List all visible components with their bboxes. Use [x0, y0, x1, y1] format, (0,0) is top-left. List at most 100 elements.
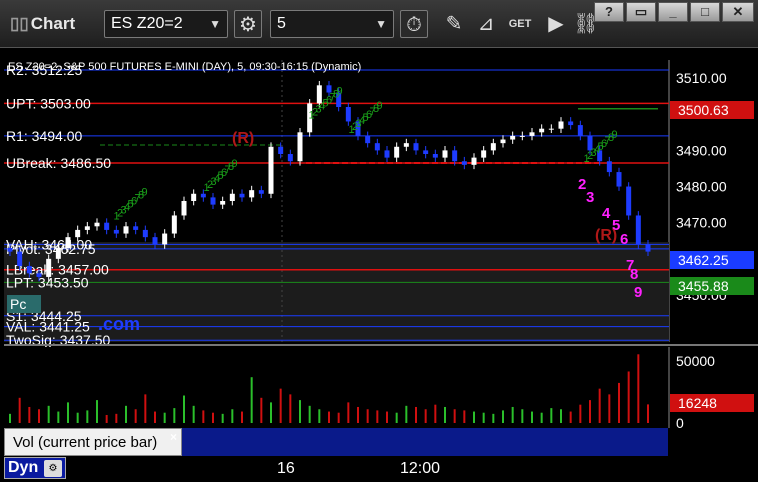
help-button[interactable]: ?	[594, 2, 624, 22]
price-chart[interactable]: ES Z20=2, S&P 500 FUTURES E-MINI (DAY), …	[0, 48, 758, 482]
volume-bar	[318, 409, 321, 423]
candle-body	[210, 197, 216, 205]
volume-bar	[28, 406, 31, 423]
maximize-button[interactable]: □	[690, 2, 720, 22]
restore-button[interactable]: ▭	[626, 2, 656, 22]
volume-bar	[444, 406, 446, 423]
volume-bar	[579, 404, 582, 423]
volume-bar	[540, 412, 543, 423]
volume-bar	[405, 405, 408, 423]
volume-bar	[173, 408, 176, 423]
red-price-tag-text: 3500.63	[678, 102, 729, 118]
volume-bar	[395, 412, 398, 423]
green-price-tag-text: 3455.88	[678, 278, 729, 294]
candle-body	[577, 125, 583, 136]
candle-body	[26, 266, 32, 274]
volume-bar	[337, 412, 340, 423]
level-label: UPT: 3503.00	[6, 95, 91, 111]
candle-body	[75, 229, 81, 238]
volume-bar	[598, 388, 601, 423]
chevron-down-icon[interactable]: ▼	[375, 17, 387, 31]
close-button[interactable]: ✕	[722, 2, 754, 22]
get-data-icon[interactable]: GET	[506, 10, 534, 38]
candle-body	[539, 128, 545, 133]
time-label-1200: 12:00	[400, 460, 441, 477]
candle-body	[500, 139, 506, 144]
candle-body	[432, 154, 438, 158]
play-icon[interactable]: ▶	[542, 10, 570, 38]
candle-body	[568, 121, 574, 126]
symbol-input[interactable]: ES Z20=2 ▼	[104, 10, 228, 38]
volume-bar	[115, 413, 118, 423]
volume-bar	[511, 406, 514, 423]
volume-bar	[250, 377, 253, 423]
volume-bar	[492, 413, 495, 423]
price-tick: 3480.00	[676, 179, 727, 195]
volume-bar	[424, 409, 427, 423]
volume-panel-label[interactable]: Vol (current price bar)	[4, 428, 182, 456]
candle-body	[635, 215, 641, 245]
volume-bar	[9, 413, 11, 423]
volume-bar	[386, 411, 388, 423]
volume-bar	[473, 411, 475, 423]
volume-bar	[105, 414, 108, 423]
interval-select[interactable]: 5 ▼	[270, 10, 394, 38]
volume-bar	[96, 400, 98, 423]
volume-bar	[57, 411, 60, 423]
td-setup-digit: 9	[142, 187, 148, 199]
candle-body	[17, 251, 23, 267]
magenta-count: 4	[602, 205, 611, 222]
candle-body	[413, 143, 419, 151]
candle-body	[645, 244, 651, 252]
candle-body	[7, 248, 13, 252]
candle-body	[46, 258, 52, 277]
volume-bar	[328, 411, 330, 423]
volume-bar	[134, 409, 137, 423]
draw-pencil-icon[interactable]: ✎	[440, 10, 468, 38]
settings-gear-icon[interactable]: ⚙	[234, 10, 262, 38]
candle-body	[394, 146, 400, 158]
candle-body	[104, 222, 110, 230]
magenta-count: 8	[630, 266, 638, 283]
volume-tick-0: 0	[676, 415, 684, 431]
time-label-16: 16	[277, 460, 295, 477]
volume-bar	[376, 410, 379, 423]
last-price-tag-text: 3462.25	[678, 252, 729, 268]
volume-bar	[289, 394, 292, 423]
grip-icon[interactable]: ▯▯	[10, 14, 29, 33]
volume-bar	[589, 400, 591, 423]
lock-icon[interactable]: ⚙	[44, 460, 62, 477]
volume-bar	[608, 394, 611, 423]
level-label: R1: 3494.00	[6, 128, 82, 144]
volume-bar	[202, 410, 205, 423]
minimize-button[interactable]: _	[658, 2, 688, 22]
chevron-down-icon[interactable]: ▼	[209, 17, 221, 31]
price-tick: 3510.00	[676, 70, 727, 86]
candle-body	[94, 222, 100, 227]
volume-bar	[260, 397, 263, 423]
close-icon[interactable]: ×	[170, 430, 177, 444]
symbol-value: ES Z20=2	[111, 15, 183, 32]
candle-body	[123, 226, 129, 234]
candle-body	[558, 121, 564, 129]
window-title: ▯▯ Chart	[10, 14, 76, 33]
candle-body	[171, 215, 177, 234]
level-label: R2: 3512.25	[6, 62, 82, 78]
candle-body	[529, 132, 535, 136]
candle-body	[423, 150, 429, 154]
magenta-count: 9	[634, 284, 642, 301]
volume-bar	[550, 408, 553, 423]
candle-body	[384, 150, 390, 158]
candle-body	[374, 143, 380, 151]
volume-bar	[347, 402, 350, 423]
volume-bar	[47, 405, 50, 423]
indicators-icon[interactable]: ⊿	[472, 10, 500, 38]
magenta-count: 3	[586, 189, 594, 206]
level-label: UBreak: 3486.50	[6, 155, 111, 171]
clock-icon[interactable]: ⏱	[400, 10, 428, 38]
interval-value: 5	[277, 15, 286, 32]
volume-bar	[86, 410, 89, 423]
volume-bar	[154, 411, 156, 423]
candle-body	[490, 143, 496, 151]
volume-last-tag-text: 16248	[678, 395, 717, 411]
